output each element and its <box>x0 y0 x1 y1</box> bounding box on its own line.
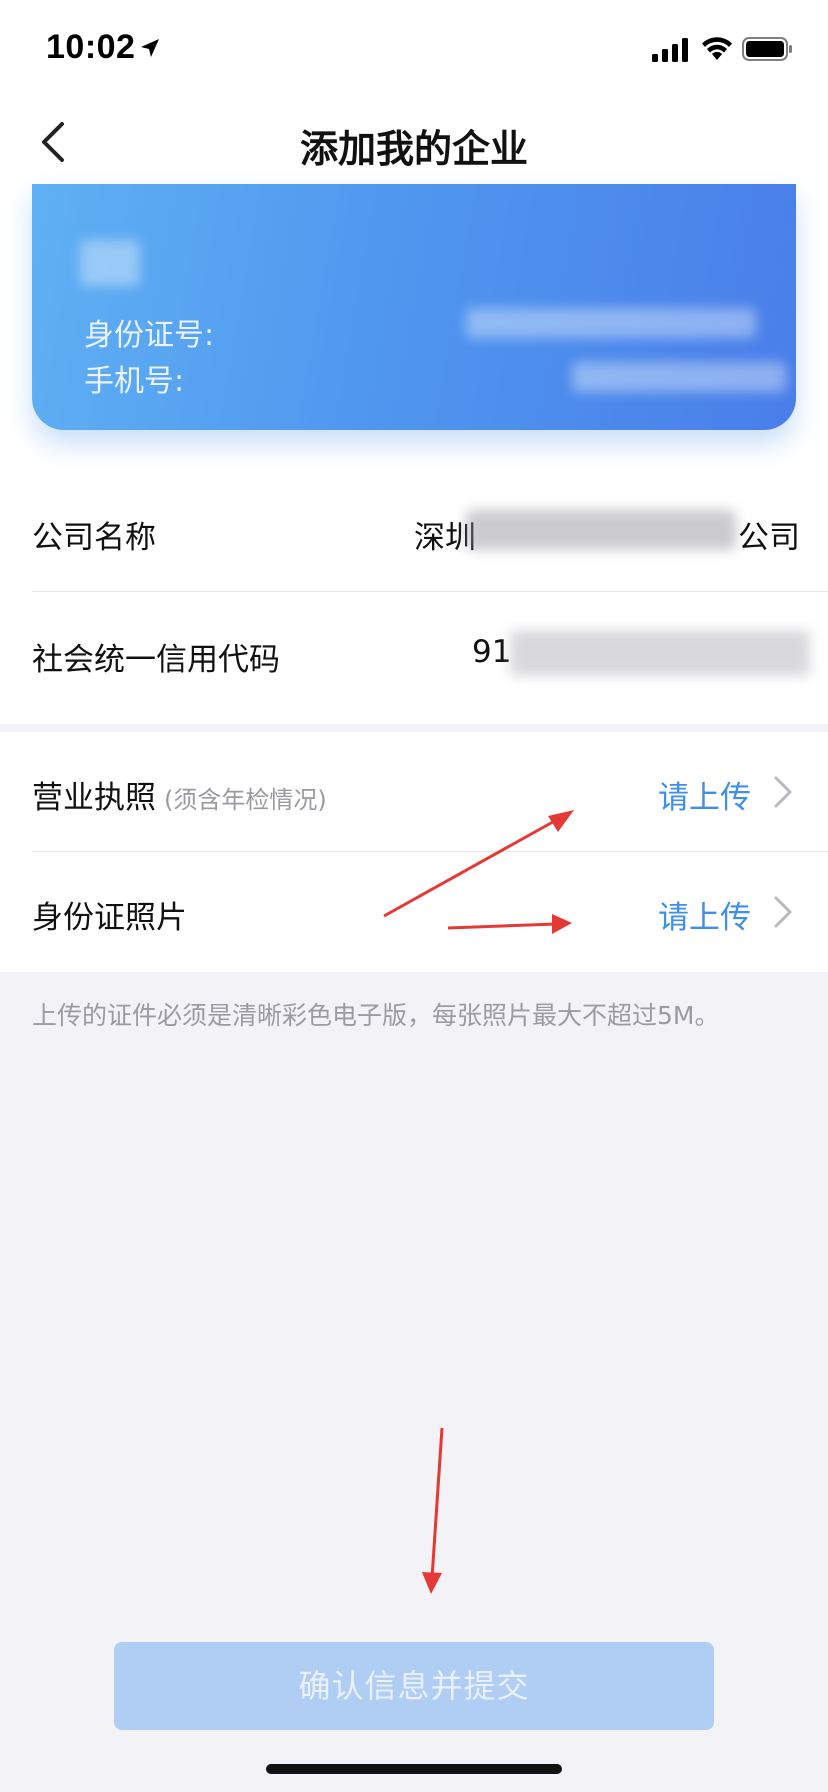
page-title: 添加我的企业 <box>299 127 528 171</box>
redacted-id-number <box>466 308 756 338</box>
business-license-label-group: 营业执照 (须含年检情况) <box>32 772 327 817</box>
upload-hint-text: 上传的证件必须是清晰彩色电子版，每张照片最大不超过5M。 <box>32 1001 720 1030</box>
company-name-value-end: 公司 <box>738 520 800 556</box>
id-photo-label: 身份证照片 <box>32 900 187 936</box>
business-license-upload-row[interactable]: 营业执照 (须含年检情况) 请上传 <box>0 732 828 852</box>
id-photo-upload-row[interactable]: 身份证照片 请上传 <box>0 852 828 972</box>
status-time: 10:02 <box>46 28 136 66</box>
phone-number-label: 手机号: <box>84 364 185 399</box>
arrow-to-submit <box>422 1427 444 1594</box>
business-license-upload-link[interactable]: 请上传 <box>658 772 751 817</box>
cellular-signal-icon <box>652 38 688 62</box>
credit-code-row: 社会统一信用代码 91 <box>0 592 828 714</box>
battery-icon <box>742 37 792 61</box>
user-profile-card: 身份证号: 手机号: <box>32 184 796 430</box>
status-bar: 10:02 <box>0 0 828 96</box>
id-number-label: 身份证号: <box>84 318 215 353</box>
credit-code-value-start: 91 <box>472 634 512 670</box>
chevron-right-icon <box>774 896 792 928</box>
redacted-company-name <box>466 510 736 550</box>
redacted-phone-number <box>572 362 786 392</box>
company-name-label: 公司名称 <box>32 520 156 556</box>
id-photo-upload-link[interactable]: 请上传 <box>658 892 751 937</box>
redacted-name <box>80 240 140 286</box>
business-license-note: (须含年检情况) <box>164 786 327 814</box>
redacted-credit-code <box>510 630 810 676</box>
upload-section: 营业执照 (须含年检情况) 请上传 身份证照片 请上传 <box>0 732 828 972</box>
wifi-icon <box>702 37 732 60</box>
location-arrow-icon <box>141 39 159 57</box>
company-name-row: 公司名称 深圳 公司 <box>0 470 828 592</box>
chevron-right-icon <box>774 776 792 808</box>
home-indicator[interactable] <box>266 1764 562 1774</box>
credit-code-label: 社会统一信用代码 <box>32 642 280 678</box>
confirm-submit-button[interactable]: 确认信息并提交 <box>114 1642 714 1730</box>
business-license-label: 营业执照 <box>32 780 156 816</box>
navigation-bar: 添加我的企业 <box>0 96 828 188</box>
